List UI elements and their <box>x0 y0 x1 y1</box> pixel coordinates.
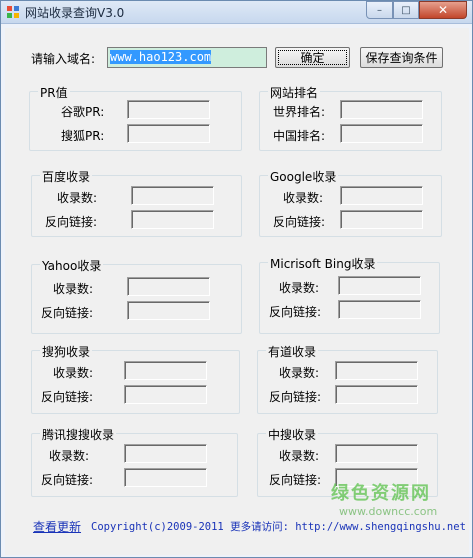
group-tencent-title: 腾讯搜搜收录 <box>40 426 117 443</box>
group-rank-title: 网站排名 <box>268 84 321 101</box>
watermark-brand: 绿色资源网 <box>331 483 431 504</box>
tencent-backlink-label: 反向链接: <box>41 473 94 487</box>
china-rank-field[interactable] <box>340 124 423 143</box>
copyright-link[interactable]: Copyright(c)2009-2011 更多请访问: http://www.… <box>91 519 466 534</box>
tencent-count-label: 收录数: <box>49 449 90 463</box>
group-yahoo-title: Yahoo收录 <box>40 257 104 274</box>
title-bar[interactable]: 网站收录查询V3.0 – □ ✕ <box>1 1 472 24</box>
bing-count-field[interactable] <box>338 276 421 295</box>
baidu-backlink-label: 反向链接: <box>45 215 98 229</box>
group-pr-title: PR值 <box>38 84 70 101</box>
google-count-label: 收录数: <box>283 191 324 205</box>
watermark-site: www.downcc.com <box>339 505 438 518</box>
group-baidu-title: 百度收录 <box>40 168 93 185</box>
group-zhongsou-title: 中搜收录 <box>266 426 319 443</box>
youdao-backlink-label: 反向链接: <box>269 390 322 404</box>
baidu-count-field[interactable] <box>131 186 214 205</box>
china-rank-label: 中国排名: <box>273 129 326 143</box>
maximize-icon: □ <box>401 4 411 16</box>
youdao-backlink-field[interactable] <box>335 385 418 404</box>
save-query-button[interactable]: 保存查询条件 <box>360 47 443 68</box>
baidu-backlink-field[interactable] <box>131 210 214 229</box>
yahoo-count-label: 收录数: <box>53 282 94 296</box>
yahoo-backlink-label: 反向链接: <box>41 306 94 320</box>
yahoo-count-field[interactable] <box>127 277 210 296</box>
sogou-backlink-label: 反向链接: <box>41 390 94 404</box>
client-area: 请输入域名: www.hao123.com 确定 保存查询条件 PR值 谷歌PR… <box>5 28 469 555</box>
baidu-count-label: 收录数: <box>57 191 98 205</box>
zhongsou-count-field[interactable] <box>335 444 418 463</box>
bing-count-label: 收录数: <box>279 281 320 295</box>
group-google-title: Google收录 <box>268 168 339 185</box>
app-icon <box>7 6 19 18</box>
group-sogou-title: 搜狗收录 <box>40 343 93 360</box>
sohu-pr-label: 搜狐PR: <box>61 129 105 143</box>
close-button[interactable]: ✕ <box>419 1 467 19</box>
yahoo-backlink-field[interactable] <box>127 301 210 320</box>
domain-label: 请输入域名: <box>31 52 96 66</box>
world-rank-field[interactable] <box>340 100 423 119</box>
app-window: 网站收录查询V3.0 – □ ✕ 请输入域名: www.hao123.com 确… <box>0 0 473 558</box>
group-bing-title: Micrisoft Bing收录 <box>268 255 378 272</box>
tencent-backlink-field[interactable] <box>124 468 207 487</box>
group-bing: Micrisoft Bing收录 <box>259 255 440 334</box>
domain-input[interactable]: www.hao123.com <box>107 47 267 68</box>
minimize-icon: – <box>377 4 382 16</box>
zhongsou-count-label: 收录数: <box>279 449 320 463</box>
confirm-button[interactable]: 确定 <box>275 47 350 68</box>
domain-input-value: www.hao123.com <box>110 50 212 64</box>
sogou-count-field[interactable] <box>124 361 207 380</box>
google-pr-field[interactable] <box>127 100 210 119</box>
close-icon: ✕ <box>437 3 449 17</box>
youdao-count-label: 收录数: <box>279 366 320 380</box>
window-title: 网站收录查询V3.0 <box>25 6 125 20</box>
check-update-link[interactable]: 查看更新 <box>33 518 81 535</box>
google-count-field[interactable] <box>340 186 423 205</box>
bing-backlink-field[interactable] <box>338 300 421 319</box>
sogou-count-label: 收录数: <box>53 366 94 380</box>
sogou-backlink-field[interactable] <box>124 385 207 404</box>
maximize-button[interactable]: □ <box>393 1 419 19</box>
sohu-pr-field[interactable] <box>127 124 210 143</box>
google-backlink-label: 反向链接: <box>273 215 326 229</box>
google-pr-label: 谷歌PR: <box>61 105 105 119</box>
minimize-button[interactable]: – <box>366 1 393 19</box>
tencent-count-field[interactable] <box>124 444 207 463</box>
group-youdao-title: 有道收录 <box>266 343 319 360</box>
group-yahoo: Yahoo收录 <box>31 257 242 334</box>
zhongsou-backlink-label: 反向链接: <box>269 473 322 487</box>
youdao-count-field[interactable] <box>335 361 418 380</box>
bing-backlink-label: 反向链接: <box>269 305 322 319</box>
google-backlink-field[interactable] <box>340 210 423 229</box>
world-rank-label: 世界排名: <box>273 105 326 119</box>
